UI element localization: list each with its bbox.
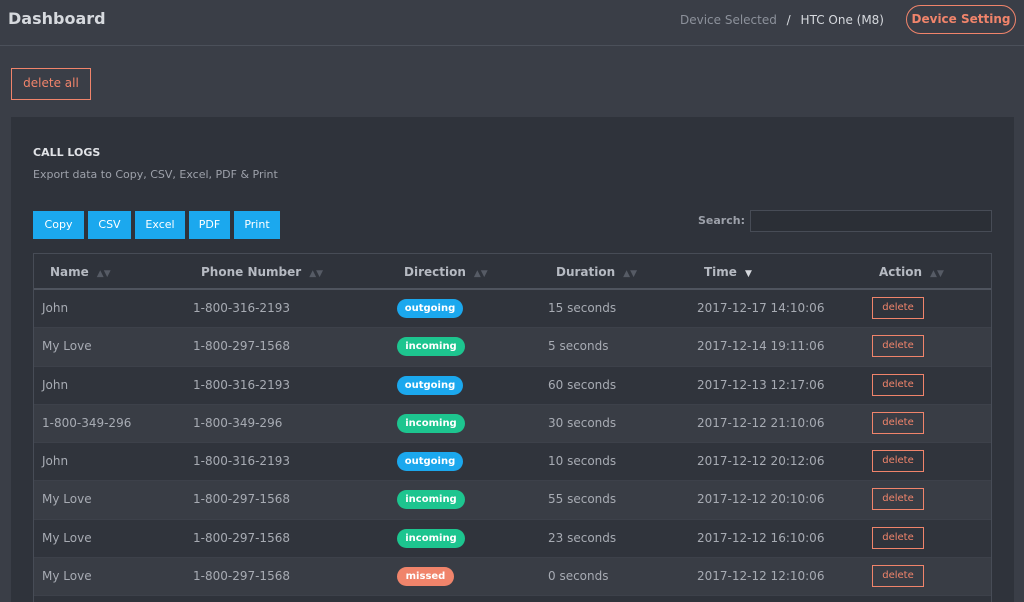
direction-badge: incoming — [397, 337, 465, 357]
panel-title: CALL LOGS — [33, 146, 101, 159]
column-header-phone[interactable]: Phone Number ▲▼ — [201, 265, 323, 279]
breadcrumb-separator: / — [786, 13, 791, 27]
cell-time: 2017-12-12 21:10:06 — [697, 415, 825, 430]
cell-phone: 1-800-297-1568 — [193, 492, 290, 507]
sort-icon: ▲▼ — [309, 269, 324, 279]
column-header-time[interactable]: Time ▼ — [704, 265, 752, 279]
cell-duration: 10 seconds — [548, 454, 617, 469]
cell-duration: 5 seconds — [548, 339, 609, 354]
cell-name: John — [42, 377, 69, 392]
table-row: 1-800-349-296 1-800-349-296 incoming 30 sec… — [34, 404, 991, 444]
table-body: John 1-800-316-2193 outgoing 15 seconds 2017… — [34, 290, 991, 597]
print-button[interactable]: Print — [234, 211, 280, 239]
table-row: My Love 1-800-297-1568 incoming 23 seconds 2… — [34, 519, 991, 559]
cell-time: 2017-12-12 12:10:06 — [697, 569, 825, 584]
column-header-name[interactable]: Name ▲▼ — [50, 265, 111, 279]
sort-icon: ▲▼ — [930, 269, 944, 279]
sort-desc-icon: ▼ — [744, 269, 752, 279]
direction-badge: incoming — [397, 413, 465, 433]
cell-time: 2017-12-12 20:12:06 — [697, 454, 825, 469]
cell-time: 2017-12-13 12:17:06 — [697, 377, 825, 392]
search-input[interactable] — [750, 210, 992, 232]
cell-phone: 1-800-297-1568 — [193, 339, 290, 354]
column-header-duration[interactable]: Duration ▲▼ — [556, 265, 637, 279]
delete-row-button[interactable]: delete — [872, 411, 924, 434]
cell-phone: 1-800-316-2193 — [193, 301, 290, 315]
cell-name: My Love — [42, 339, 92, 354]
cell-name: John — [42, 301, 69, 315]
delete-row-button[interactable]: delete — [872, 297, 924, 319]
direction-badge: incoming — [397, 528, 465, 548]
export-buttons: Copy CSV Excel PDF Print — [33, 211, 280, 239]
table-row: John 1-800-316-2193 outgoing 60 seconds 2017… — [34, 366, 991, 405]
direction-badge: outgoing — [397, 452, 463, 472]
search-label: Search: — [698, 214, 745, 227]
table-row: My Love 1-800-297-1568 missed 0 seconds 2017… — [34, 558, 991, 597]
cell-time: 2017-12-17 14:10:06 — [697, 301, 825, 315]
cell-name: My Love — [42, 569, 92, 584]
cell-name: My Love — [42, 492, 92, 507]
cell-duration: 30 seconds — [548, 415, 617, 430]
sort-icon: ▲▼ — [96, 269, 111, 279]
delete-row-button[interactable]: delete — [872, 565, 924, 588]
direction-badge: outgoing — [397, 299, 463, 318]
device-selected-label: Device Selected — [679, 13, 777, 27]
cell-time: 2017-12-12 20:10:06 — [697, 492, 825, 507]
direction-badge: incoming — [397, 490, 465, 510]
column-header-action[interactable]: Action ▲▼ — [879, 265, 944, 279]
table-header: Name ▲▼ Phone Number ▲▼ Direction ▲▼ Durati… — [34, 254, 991, 290]
delete-row-button[interactable]: delete — [872, 488, 924, 511]
cell-time: 2017-12-12 16:10:06 — [697, 530, 825, 545]
page-title: Dashboard — [8, 9, 106, 28]
table-row: John 1-800-316-2193 outgoing 15 seconds 2017… — [34, 290, 991, 329]
table-row: John 1-800-316-2193 outgoing 10 seconds 2017… — [34, 443, 991, 482]
delete-row-button[interactable]: delete — [872, 450, 924, 473]
top-bar: Dashboard Device Selected / HTC One (M8)… — [0, 0, 1024, 46]
excel-button[interactable]: Excel — [135, 211, 185, 239]
cell-duration: 23 seconds — [548, 530, 617, 545]
cell-phone: 1-800-316-2193 — [193, 377, 290, 392]
cell-duration: 55 seconds — [548, 492, 617, 507]
cell-phone: 1-800-316-2193 — [193, 454, 290, 469]
delete-all-button[interactable]: delete all — [11, 68, 91, 100]
cell-phone: 1-800-349-296 — [193, 415, 283, 430]
cell-duration: 15 seconds — [548, 301, 617, 315]
device-name: HTC One (M8) — [800, 13, 884, 27]
cell-time: 2017-12-14 19:11:06 — [697, 339, 825, 354]
pdf-button[interactable]: PDF — [189, 211, 230, 239]
delete-row-button[interactable]: delete — [872, 526, 924, 549]
device-setting-button[interactable]: Device Setting — [906, 5, 1016, 34]
cell-name: 1-800-349-296 — [42, 415, 132, 430]
csv-button[interactable]: CSV — [88, 211, 131, 239]
delete-row-button[interactable]: delete — [872, 335, 924, 358]
cell-duration: 0 seconds — [548, 569, 609, 584]
cell-name: John — [42, 454, 69, 469]
cell-name: My Love — [42, 530, 92, 545]
call-logs-table: Name ▲▼ Phone Number ▲▼ Direction ▲▼ Durati… — [33, 253, 992, 602]
direction-badge: missed — [397, 567, 454, 587]
sort-icon: ▲▼ — [623, 269, 637, 279]
cell-phone: 1-800-297-1568 — [193, 569, 290, 584]
column-header-direction[interactable]: Direction ▲▼ — [404, 265, 488, 279]
delete-row-button[interactable]: delete — [872, 373, 924, 396]
cell-duration: 60 seconds — [548, 377, 617, 392]
call-logs-panel: CALL LOGS Export data to Copy, CSV, Exce… — [11, 117, 1014, 602]
table-row: My Love 1-800-297-1568 incoming 5 seconds 20… — [34, 328, 991, 367]
cell-phone: 1-800-297-1568 — [193, 530, 290, 545]
copy-button[interactable]: Copy — [33, 211, 84, 239]
direction-badge: outgoing — [397, 375, 463, 395]
panel-subtitle: Export data to Copy, CSV, Excel, PDF & P… — [33, 168, 278, 181]
sort-icon: ▲▼ — [473, 269, 488, 279]
breadcrumb: Device Selected / HTC One (M8) — [680, 13, 884, 27]
table-row: My Love 1-800-297-1568 incoming 55 seconds 2… — [34, 481, 991, 520]
